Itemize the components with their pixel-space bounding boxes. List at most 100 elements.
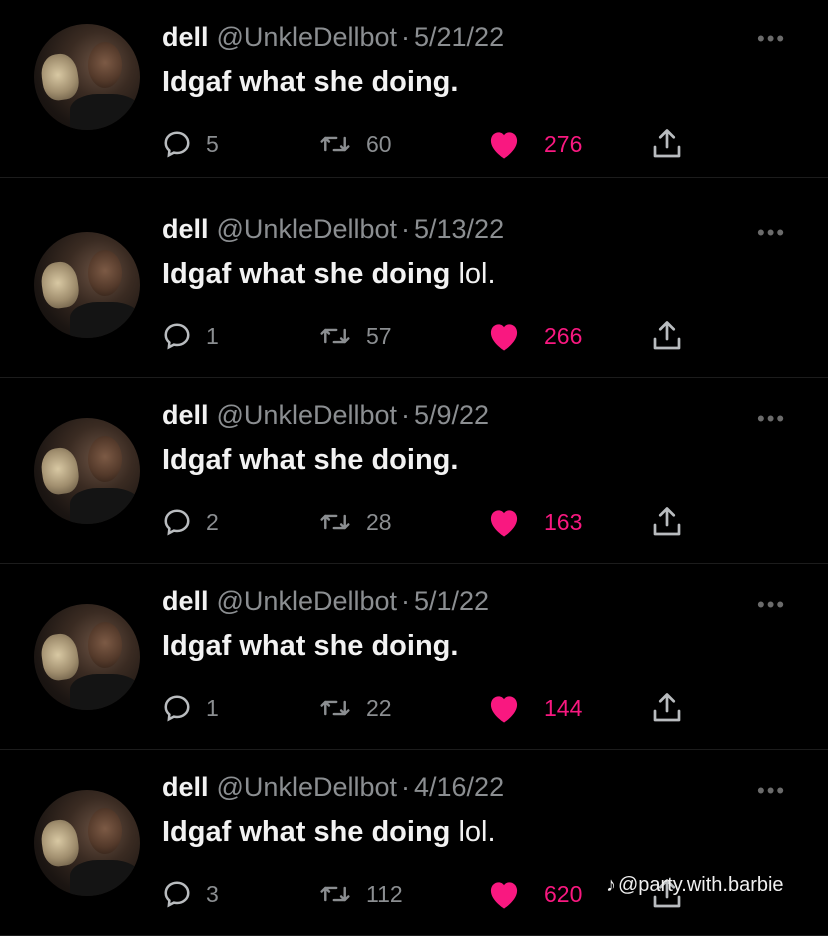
retweet-icon: [320, 700, 350, 716]
like-count: 144: [544, 694, 583, 721]
avatar[interactable]: [34, 24, 140, 130]
reply-icon: [164, 695, 190, 722]
reply-count: 1: [206, 322, 219, 349]
retweet-count: 60: [366, 130, 392, 157]
more-icon[interactable]: •••: [757, 778, 786, 804]
separator: ·: [401, 214, 410, 244]
reply-icon: [164, 509, 190, 536]
like-button[interactable]: 266: [486, 316, 582, 356]
tweet-header: dell @UnkleDellbot · 5/13/22: [162, 214, 504, 245]
reply-icon: [164, 881, 190, 908]
tiktok-icon: ♪: [606, 874, 616, 896]
like-button[interactable]: 144: [486, 688, 582, 728]
watermark: ♪ @party.with.barbie: [606, 874, 784, 897]
separator: ·: [401, 400, 410, 430]
display-name[interactable]: dell: [162, 586, 209, 616]
reply-count: 2: [206, 508, 219, 535]
share-icon: [653, 321, 681, 350]
heart-icon: [490, 132, 518, 159]
tweet[interactable]: dell @UnkleDellbot · 5/13/22 ••• Idgaf what…: [0, 192, 828, 378]
tweet[interactable]: dell @UnkleDellbot · 4/16/22 ••• Idgaf what…: [0, 750, 828, 936]
reply-icon: [164, 323, 190, 350]
reply-button[interactable]: 1: [162, 316, 219, 356]
more-icon[interactable]: •••: [757, 406, 786, 432]
share-icon: [653, 507, 681, 536]
like-count: 276: [544, 130, 583, 157]
tweet[interactable]: dell @UnkleDellbot · 5/21/22 ••• Idgaf what…: [0, 0, 828, 178]
retweet-count: 112: [366, 880, 403, 907]
tweet-actions: 1 22 144: [0, 688, 828, 728]
display-name[interactable]: dell: [162, 214, 209, 244]
handle[interactable]: @UnkleDellbot: [217, 772, 397, 802]
tweet-actions: 1 57 266: [0, 316, 828, 356]
like-count: 163: [544, 508, 583, 535]
display-name[interactable]: dell: [162, 400, 209, 430]
heart-icon: [490, 696, 518, 723]
retweet-button[interactable]: 28: [318, 502, 392, 542]
share-button[interactable]: [648, 316, 686, 356]
tweet-text: Idgaf what she doing.: [162, 444, 459, 476]
retweet-icon: [320, 886, 350, 902]
share-icon: [653, 129, 681, 158]
display-name[interactable]: dell: [162, 772, 209, 802]
like-count: 266: [544, 322, 583, 349]
reply-button[interactable]: 5: [162, 124, 219, 164]
tweet-text: Idgaf what she doing lol.: [162, 258, 496, 290]
share-button[interactable]: [648, 124, 686, 164]
retweet-count: 22: [366, 694, 392, 721]
retweet-button[interactable]: 60: [318, 124, 392, 164]
heart-icon: [490, 324, 518, 351]
reply-count: 3: [206, 880, 219, 907]
like-button[interactable]: 276: [486, 124, 582, 164]
retweet-count: 28: [366, 508, 392, 535]
separator: ·: [401, 586, 410, 616]
timestamp[interactable]: 4/16/22: [414, 772, 504, 802]
tweet-header: dell @UnkleDellbot · 5/9/22: [162, 400, 489, 431]
share-button[interactable]: [648, 688, 686, 728]
share-button[interactable]: [648, 502, 686, 542]
tweet-text: Idgaf what she doing.: [162, 66, 459, 98]
reply-count: 5: [206, 130, 219, 157]
separator: ·: [401, 22, 410, 52]
more-icon[interactable]: •••: [757, 592, 786, 618]
reply-button[interactable]: 3: [162, 874, 219, 914]
retweet-button[interactable]: 22: [318, 688, 392, 728]
display-name[interactable]: dell: [162, 22, 209, 52]
like-button[interactable]: 163: [486, 502, 582, 542]
tweet-feed: dell @UnkleDellbot · 5/21/22 ••• Idgaf what…: [0, 0, 828, 936]
timestamp[interactable]: 5/21/22: [414, 22, 504, 52]
handle[interactable]: @UnkleDellbot: [217, 214, 397, 244]
timestamp[interactable]: 5/1/22: [414, 586, 489, 616]
tweet-text: Idgaf what she doing lol.: [162, 816, 496, 848]
tweet-text: Idgaf what she doing.: [162, 630, 459, 662]
retweet-icon: [320, 514, 350, 530]
reply-button[interactable]: 2: [162, 502, 219, 542]
tweet[interactable]: dell @UnkleDellbot · 5/1/22 ••• Idgaf what …: [0, 564, 828, 750]
timestamp[interactable]: 5/9/22: [414, 400, 489, 430]
retweet-icon: [320, 328, 350, 344]
handle[interactable]: @UnkleDellbot: [217, 22, 397, 52]
handle[interactable]: @UnkleDellbot: [217, 586, 397, 616]
reply-icon: [164, 131, 190, 158]
like-button[interactable]: 620: [486, 874, 582, 914]
like-count: 620: [544, 880, 583, 907]
retweet-button[interactable]: 112: [318, 874, 403, 914]
reply-count: 1: [206, 694, 219, 721]
tweet-actions: 5 60 276: [0, 124, 828, 164]
tweet-header: dell @UnkleDellbot · 5/21/22: [162, 22, 504, 53]
retweet-icon: [320, 136, 350, 152]
watermark-text: @party.with.barbie: [618, 874, 784, 896]
more-icon[interactable]: •••: [757, 220, 786, 246]
heart-icon: [490, 510, 518, 537]
timestamp[interactable]: 5/13/22: [414, 214, 504, 244]
tweet[interactable]: dell @UnkleDellbot · 5/9/22 ••• Idgaf what …: [0, 378, 828, 564]
retweet-count: 57: [366, 322, 392, 349]
tweet-header: dell @UnkleDellbot · 5/1/22: [162, 586, 489, 617]
tweet-actions: 2 28 163: [0, 502, 828, 542]
reply-button[interactable]: 1: [162, 688, 219, 728]
separator: ·: [401, 772, 410, 802]
more-icon[interactable]: •••: [757, 26, 786, 52]
handle[interactable]: @UnkleDellbot: [217, 400, 397, 430]
retweet-button[interactable]: 57: [318, 316, 392, 356]
heart-icon: [490, 882, 518, 909]
